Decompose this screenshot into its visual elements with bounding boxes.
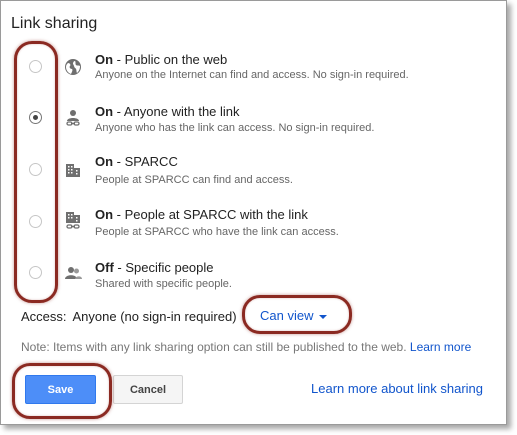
option-anyone-with-link[interactable]: On - Anyone with the link Anyone who has…: [1, 101, 506, 153]
option-title: On - Public on the web: [95, 52, 228, 67]
option-description: Shared with specific people.: [95, 278, 232, 290]
option-description: Anyone who has the link can access. No s…: [95, 122, 375, 134]
option-description: People at SPARCC can find and access.: [95, 174, 293, 186]
globe-icon: [65, 59, 81, 75]
option-description: Anyone on the Internet can find and acce…: [95, 69, 409, 81]
link-sharing-dialog: Link sharing On - Public on the web Anyo…: [0, 0, 507, 425]
person-link-icon: [66, 110, 80, 126]
radio-anyone-with-link[interactable]: [29, 111, 42, 124]
option-sparcc-with-link[interactable]: On - People at SPARCC with the link Peop…: [1, 206, 506, 258]
option-description: People at SPARCC who have the link can a…: [95, 226, 339, 238]
cancel-button[interactable]: Cancel: [113, 375, 183, 404]
publish-note: Note: Items with any link sharing option…: [21, 340, 471, 354]
radio-sparcc[interactable]: [29, 163, 42, 176]
permission-dropdown[interactable]: Can view: [260, 308, 328, 323]
caret-down-icon: [319, 314, 328, 319]
save-button[interactable]: Save: [25, 375, 96, 404]
permission-dropdown-label: Can view: [260, 308, 314, 323]
access-value: Anyone (no sign-in required): [72, 309, 237, 324]
learn-more-link[interactable]: Learn more: [410, 340, 471, 354]
learn-more-about-link-sharing-link[interactable]: Learn more about link sharing: [311, 381, 483, 396]
option-title: On - People at SPARCC with the link: [95, 207, 308, 222]
option-title: On - SPARCC: [95, 154, 178, 169]
radio-public-on-web[interactable]: [29, 60, 42, 73]
radio-sparcc-with-link[interactable]: [29, 215, 42, 228]
option-specific-people[interactable]: Off - Specific people Shared with specif…: [1, 259, 506, 311]
radio-specific-people[interactable]: [29, 266, 42, 279]
building-icon: [66, 164, 80, 177]
access-label: Access:: [21, 309, 67, 324]
option-title: Off - Specific people: [95, 260, 214, 275]
option-title: On - Anyone with the link: [95, 104, 240, 119]
people-icon: [65, 267, 82, 279]
building-link-icon: [66, 212, 80, 229]
access-row: Access: Anyone (no sign-in required): [21, 309, 237, 324]
note-text: Note: Items with any link sharing option…: [21, 340, 407, 354]
option-public-on-web[interactable]: On - Public on the web Anyone on the Int…: [1, 49, 506, 101]
dialog-title: Link sharing: [11, 15, 98, 32]
option-sparcc[interactable]: On - SPARCC People at SPARCC can find an…: [1, 154, 506, 206]
